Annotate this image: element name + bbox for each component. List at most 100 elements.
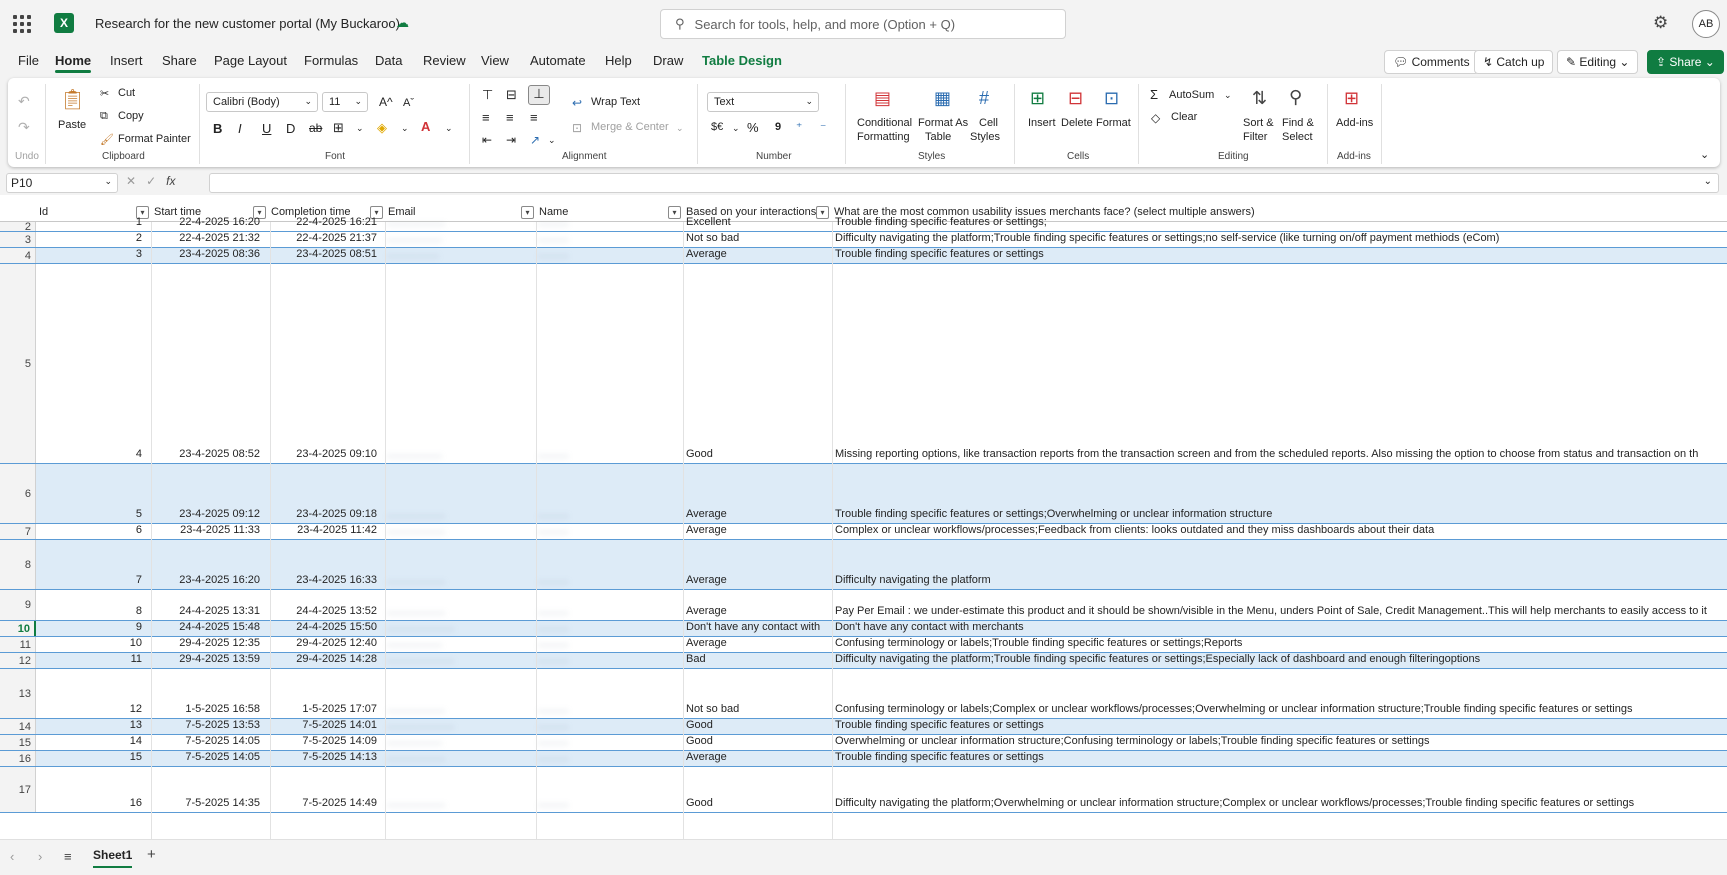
settings-gear-icon[interactable]: ⚙ <box>1653 13 1668 33</box>
cell-id[interactable]: 8 <box>40 605 142 619</box>
cell-answer[interactable]: Trouble finding specific features or set… <box>835 751 1719 765</box>
cell-answer[interactable]: Pay Per Email : we under-estimate this p… <box>835 605 1719 619</box>
conditional-formatting-button[interactable]: Conditional <box>857 117 912 129</box>
cell-start[interactable]: 29-4-2025 13:59 <box>152 653 260 667</box>
tab-insert[interactable]: Insert <box>110 53 143 68</box>
cell-rating[interactable]: Average <box>686 524 823 538</box>
cell-rating[interactable]: Average <box>686 751 823 765</box>
cell-name[interactable]: .......... <box>538 637 673 651</box>
cell-end[interactable]: 23-4-2025 16:33 <box>270 574 377 588</box>
cell-name[interactable]: .......... <box>538 216 673 230</box>
cell-answer[interactable]: Missing reporting options, like transact… <box>835 448 1719 462</box>
cell-id[interactable]: 7 <box>40 574 142 588</box>
cell-name[interactable]: .......... <box>538 703 673 717</box>
name-box[interactable]: P10 ⌄ <box>6 173 118 193</box>
search-box[interactable]: ⚲ Search for tools, help, and more (Optio… <box>660 9 1066 39</box>
row-number[interactable]: 2 <box>0 221 36 233</box>
table-row[interactable]: 6 5 23-4-2025 09:12 23-4-2025 09:18........… <box>0 464 1727 524</box>
bold-icon[interactable]: B <box>213 121 222 136</box>
cell-id[interactable]: 3 <box>40 248 142 262</box>
cell-start[interactable]: 23-4-2025 11:33 <box>152 524 260 538</box>
cell-email[interactable]: ................... <box>387 751 527 765</box>
table-row[interactable]: 10 9 24-4-2025 15:48 24-4-2025 15:50.......… <box>0 621 1727 637</box>
cell-rating[interactable]: Good <box>686 797 823 811</box>
row-number[interactable]: 6 <box>0 464 36 523</box>
cell-name[interactable]: .......... <box>538 797 673 811</box>
cell-email[interactable]: ................... <box>387 797 527 811</box>
cell-start[interactable]: 7-5-2025 14:05 <box>152 751 260 765</box>
row-number[interactable]: 5 <box>0 264 36 463</box>
cell-rating[interactable]: Average <box>686 637 823 651</box>
cell-name[interactable]: .......... <box>538 621 673 635</box>
cut-button[interactable]: Cut <box>118 87 135 99</box>
align-right-icon[interactable]: ≡ <box>530 110 538 125</box>
sort-filter-button[interactable]: Sort & <box>1243 117 1274 129</box>
sort-filter-button-line2[interactable]: Filter <box>1243 131 1267 143</box>
cell-rating[interactable]: Excellent <box>686 216 823 230</box>
chevron-down-icon[interactable]: ⌄ <box>732 123 740 134</box>
cell-styles-button-line2[interactable]: Styles <box>970 131 1000 143</box>
tab-automate[interactable]: Automate <box>530 53 586 68</box>
table-row[interactable]: 9 8 24-4-2025 13:31 24-4-2025 13:52........… <box>0 590 1727 621</box>
table-row[interactable]: 2 1 22-4-2025 16:20 22-4-2025 16:21........… <box>0 216 1727 233</box>
add-sheet-button[interactable]: + <box>147 846 156 863</box>
cell-answer[interactable]: Difficulty navigating the platform <box>835 574 1719 588</box>
cell-start[interactable]: 24-4-2025 15:48 <box>152 621 260 635</box>
format-as-table-icon[interactable]: ▦ <box>934 88 951 109</box>
cell-id[interactable]: 1 <box>40 216 142 230</box>
cell-email[interactable]: .................. <box>387 232 527 246</box>
cell-start[interactable]: 7-5-2025 13:53 <box>152 719 260 733</box>
cell-name[interactable]: .......... <box>538 605 673 619</box>
all-sheets-icon[interactable]: ≡ <box>64 849 72 864</box>
number-format-select[interactable]: Text ⌄ <box>707 92 819 112</box>
cell-rating[interactable]: Not so bad <box>686 232 823 246</box>
conditional-formatting-button-line2[interactable]: Formatting <box>857 131 910 143</box>
tab-help[interactable]: Help <box>605 53 632 68</box>
user-avatar[interactable]: AB <box>1692 10 1720 38</box>
cell-answer[interactable]: Trouble finding specific features or set… <box>835 248 1719 262</box>
tab-data[interactable]: Data <box>375 53 402 68</box>
row-number[interactable]: 16 <box>0 751 36 766</box>
cell-rating[interactable]: Average <box>686 508 823 522</box>
cell-email[interactable]: ................... <box>387 605 527 619</box>
cell-id[interactable]: 10 <box>40 637 142 651</box>
cell-answer[interactable]: Difficulty navigating the platform;Overw… <box>835 797 1719 811</box>
cell-end[interactable]: 22-4-2025 16:21 <box>270 216 377 230</box>
increase-font-icon[interactable]: A^ <box>379 95 393 109</box>
double-underline-icon[interactable]: D <box>286 121 295 136</box>
cell-answer[interactable]: Trouble finding specific features or set… <box>835 508 1719 522</box>
cell-email[interactable]: ...................... <box>387 719 527 733</box>
undo-icon[interactable]: ↶ <box>18 93 30 110</box>
format-cells-button[interactable]: Format <box>1096 117 1131 129</box>
copy-icon[interactable]: ⧉ <box>100 110 108 123</box>
strikethrough-icon[interactable]: ab <box>309 121 322 135</box>
cell-id[interactable]: 4 <box>40 448 142 462</box>
clear-button[interactable]: Clear <box>1171 111 1197 123</box>
paste-icon[interactable]: 📋︎ <box>60 87 85 112</box>
cell-rating[interactable]: Good <box>686 735 823 749</box>
cell-end[interactable]: 24-4-2025 13:52 <box>270 605 377 619</box>
decrease-font-icon[interactable]: Aˇ <box>403 97 414 109</box>
catch-up-button[interactable]: ↯ Catch up <box>1474 50 1554 74</box>
wrap-text-button[interactable]: Wrap Text <box>591 96 640 108</box>
cell-start[interactable]: 23-4-2025 08:36 <box>152 248 260 262</box>
cell-rating[interactable]: Average <box>686 574 823 588</box>
cell-answer[interactable]: Complex or unclear workflows/processes;F… <box>835 524 1719 538</box>
cell-name[interactable]: .......... <box>538 508 673 522</box>
chevron-down-icon[interactable]: ⌄ <box>445 123 453 134</box>
row-number[interactable]: 4 <box>0 248 36 263</box>
cell-end[interactable]: 22-4-2025 21:37 <box>270 232 377 246</box>
table-row[interactable]: 3 2 22-4-2025 21:32 22-4-2025 21:37........… <box>0 232 1727 248</box>
cell-answer[interactable]: Difficulty navigating the platform;Troub… <box>835 232 1719 246</box>
cell-name[interactable]: .......... <box>538 232 673 246</box>
cell-id[interactable]: 12 <box>40 703 142 717</box>
cell-email[interactable]: .................. <box>387 448 527 462</box>
cell-email[interactable]: ................. <box>387 248 527 262</box>
row-number[interactable]: 3 <box>0 232 36 247</box>
align-top-icon[interactable]: ⊤ <box>482 87 493 103</box>
currency-button[interactable]: $€ <box>711 121 723 133</box>
cell-end[interactable]: 23-4-2025 09:18 <box>270 508 377 522</box>
cell-id[interactable]: 13 <box>40 719 142 733</box>
decrease-decimal-icon[interactable]: ⁻ <box>820 120 826 134</box>
find-select-icon[interactable]: ⚲ <box>1289 87 1302 108</box>
